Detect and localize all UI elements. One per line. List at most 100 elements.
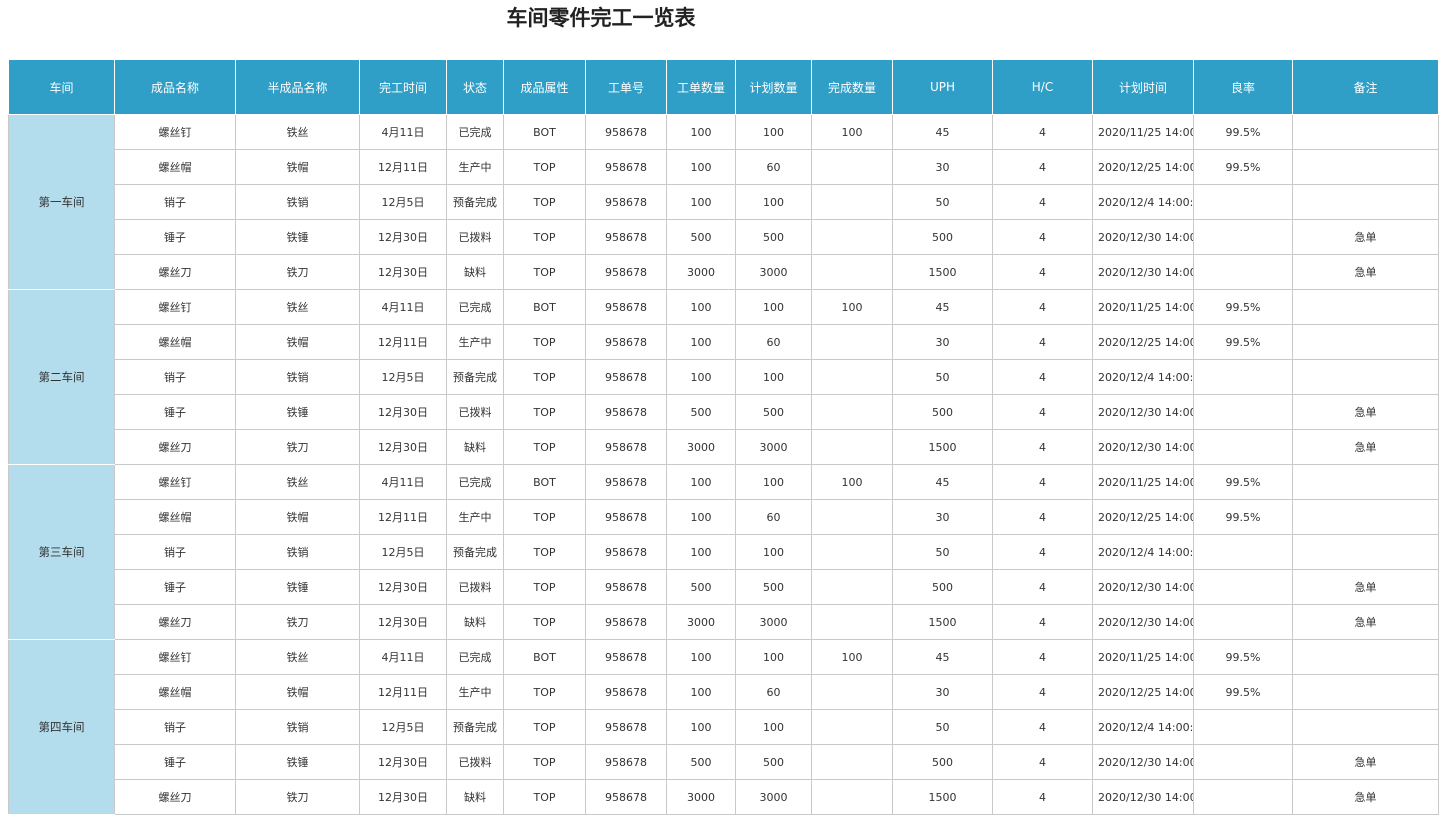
completed-qty-cell — [811, 254, 893, 290]
completion-time-cell: 12月30日 — [359, 779, 447, 815]
planned-qty-cell: 3000 — [735, 254, 812, 290]
product-name-cell: 螺丝钉 — [114, 289, 236, 325]
completed-qty-cell — [811, 604, 893, 640]
table-row: 销子 铁销 12月5日 预备完成 TOP 958678 100 100 50 4 2020/12/4… — [9, 184, 1439, 220]
work-order-qty-cell: 3000 — [666, 429, 736, 465]
work-order-qty-cell: 100 — [666, 464, 736, 500]
uph-cell: 1500 — [892, 779, 993, 815]
completion-time-cell: 12月11日 — [359, 499, 447, 535]
semi-product-name-cell: 铁销 — [235, 359, 360, 395]
semi-product-name-cell: 铁帽 — [235, 324, 360, 360]
work-order-qty-cell: 3000 — [666, 604, 736, 640]
work-order-qty-cell: 500 — [666, 219, 736, 255]
workshop-cell: 第四车间 — [8, 639, 115, 815]
planned-qty-cell: 60 — [735, 499, 812, 535]
hc-cell: 4 — [992, 569, 1093, 605]
product-name-cell: 螺丝刀 — [114, 254, 236, 290]
yield-cell: 99.5% — [1193, 289, 1293, 325]
uph-cell: 1500 — [892, 254, 993, 290]
product-name-cell: 销子 — [114, 184, 236, 220]
work-order-qty-cell: 100 — [666, 114, 736, 150]
hc-cell: 4 — [992, 114, 1093, 150]
completed-qty-cell — [811, 359, 893, 395]
table-row: 销子 铁销 12月5日 预备完成 TOP 958678 100 100 50 4 2020/12/4… — [9, 359, 1439, 395]
semi-product-name-cell: 铁刀 — [235, 604, 360, 640]
work-order-qty-cell: 100 — [666, 289, 736, 325]
status-cell: 生产中 — [446, 674, 504, 710]
product-attribute-cell: TOP — [503, 569, 586, 605]
work-order-qty-cell: 500 — [666, 394, 736, 430]
remarks-cell: 急单 — [1292, 394, 1439, 430]
column-header-work-order-qty: 工单数量 — [666, 59, 736, 115]
status-cell: 预备完成 — [446, 534, 504, 570]
uph-cell: 500 — [892, 569, 993, 605]
work-order-qty-cell: 100 — [666, 674, 736, 710]
semi-product-name-cell: 铁锤 — [235, 744, 360, 780]
remarks-cell — [1292, 184, 1439, 220]
work-order-no-cell: 958678 — [585, 674, 667, 710]
column-header-completion-time: 完工时间 — [359, 59, 447, 115]
completion-time-cell: 4月11日 — [359, 289, 447, 325]
column-header-yield: 良率 — [1193, 59, 1293, 115]
column-header-semi-product-name: 半成品名称 — [235, 59, 360, 115]
work-order-qty-cell: 3000 — [666, 254, 736, 290]
table-row: 锤子 铁锤 12月30日 已拨料 TOP 958678 500 500 500 4 2020/12/… — [9, 744, 1439, 780]
completed-qty-cell — [811, 569, 893, 605]
completion-time-cell: 12月5日 — [359, 709, 447, 745]
yield-cell: 99.5% — [1193, 499, 1293, 535]
product-name-cell: 螺丝帽 — [114, 499, 236, 535]
hc-cell: 4 — [992, 184, 1093, 220]
work-order-no-cell: 958678 — [585, 464, 667, 500]
product-attribute-cell: TOP — [503, 394, 586, 430]
yield-cell — [1193, 429, 1293, 465]
remarks-cell — [1292, 359, 1439, 395]
planned-time-cell: 2020/12/30 14:00: — [1092, 219, 1194, 255]
completion-time-cell: 12月30日 — [359, 394, 447, 430]
status-cell: 已拨料 — [446, 394, 504, 430]
work-order-qty-cell: 500 — [666, 744, 736, 780]
product-attribute-cell: TOP — [503, 149, 586, 185]
column-header-work-order-no: 工单号 — [585, 59, 667, 115]
hc-cell: 4 — [992, 324, 1093, 360]
planned-time-cell: 2020/12/30 14:00: — [1092, 254, 1194, 290]
table-row: 第一车间 螺丝钉 铁丝 4月11日 已完成 BOT 958678 100 100 100 45 4 20… — [8, 114, 1439, 290]
table-row: 螺丝帽 铁帽 12月11日 生产中 TOP 958678 100 60 30 4 2020/12/2… — [9, 674, 1439, 710]
product-name-cell: 锤子 — [114, 219, 236, 255]
planned-time-cell: 2020/12/4 14:00:0 — [1092, 359, 1194, 395]
uph-cell: 1500 — [892, 429, 993, 465]
remarks-cell — [1292, 464, 1439, 500]
uph-cell: 500 — [892, 744, 993, 780]
planned-qty-cell: 500 — [735, 219, 812, 255]
hc-cell: 4 — [992, 254, 1093, 290]
page-title: 车间零件完工一览表 — [506, 6, 696, 30]
yield-cell — [1193, 254, 1293, 290]
work-order-qty-cell: 100 — [666, 149, 736, 185]
semi-product-name-cell: 铁刀 — [235, 429, 360, 465]
planned-qty-cell: 100 — [735, 184, 812, 220]
remarks-cell — [1292, 499, 1439, 535]
completion-time-cell: 12月30日 — [359, 569, 447, 605]
column-header-status: 状态 — [446, 59, 504, 115]
planned-qty-cell: 3000 — [735, 604, 812, 640]
product-attribute-cell: TOP — [503, 779, 586, 815]
hc-cell: 4 — [992, 674, 1093, 710]
planned-time-cell: 2020/12/4 14:00:0 — [1092, 534, 1194, 570]
uph-cell: 45 — [892, 114, 993, 150]
uph-cell: 50 — [892, 534, 993, 570]
completed-qty-cell — [811, 709, 893, 745]
planned-time-cell: 2020/12/30 14:00: — [1092, 604, 1194, 640]
semi-product-name-cell: 铁丝 — [235, 289, 360, 325]
planned-qty-cell: 60 — [735, 324, 812, 360]
yield-cell: 99.5% — [1193, 674, 1293, 710]
product-attribute-cell: BOT — [503, 114, 586, 150]
hc-cell: 4 — [992, 709, 1093, 745]
completed-qty-cell — [811, 744, 893, 780]
work-order-no-cell: 958678 — [585, 219, 667, 255]
product-attribute-cell: TOP — [503, 184, 586, 220]
completed-qty-cell — [811, 219, 893, 255]
hc-cell: 4 — [992, 219, 1093, 255]
column-header-workshop: 车间 — [8, 59, 115, 115]
product-attribute-cell: TOP — [503, 324, 586, 360]
remarks-cell: 急单 — [1292, 254, 1439, 290]
product-attribute-cell: TOP — [503, 254, 586, 290]
